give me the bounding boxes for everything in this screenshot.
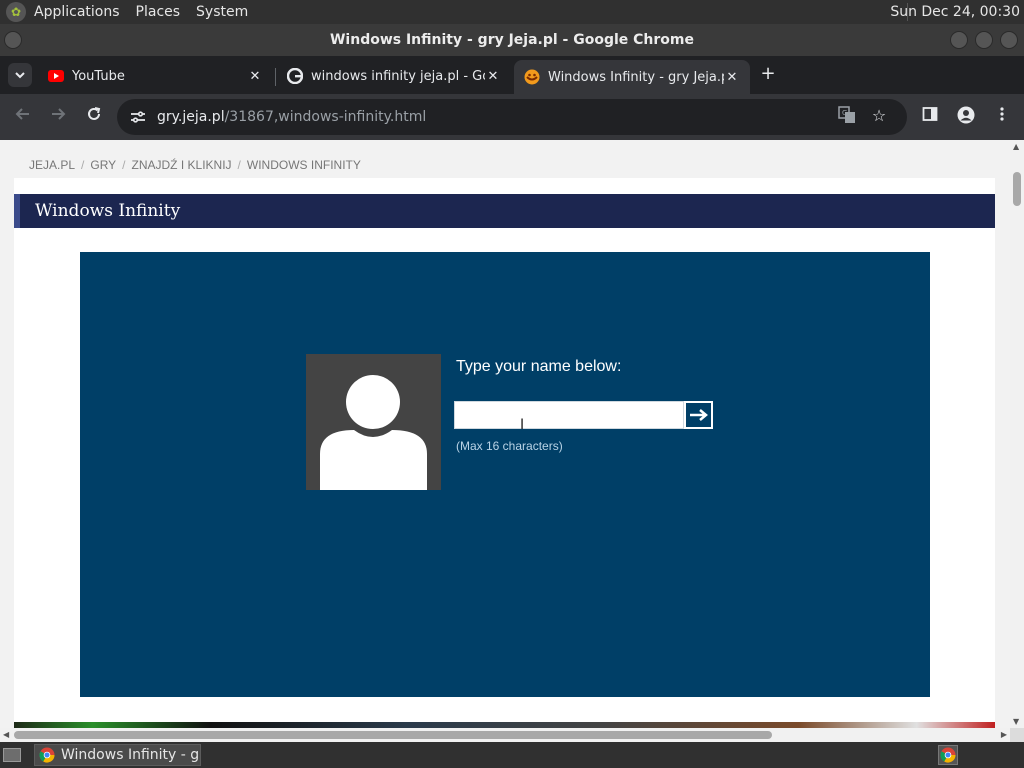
chrome-menu-button[interactable]	[991, 106, 1013, 128]
arrow-left-icon	[15, 108, 29, 120]
youtube-icon	[48, 68, 64, 84]
bottom-taskbar: Windows Infinity - g...	[0, 742, 1024, 768]
scroll-up-icon[interactable]: ▲	[1013, 142, 1019, 151]
window-titlebar[interactable]: Windows Infinity - gry Jeja.pl - Google …	[0, 24, 1024, 56]
url-host: gry.jeja.pl	[157, 109, 225, 125]
show-desktop-icon[interactable]	[3, 748, 21, 762]
name-length-hint: (Max 16 characters)	[456, 439, 563, 453]
tab-title: windows infinity jeja.pl - Google	[311, 68, 485, 84]
tab-windows-infinity[interactable]: Windows Infinity - gry Jeja.pl ✕	[514, 60, 750, 94]
applications-menu[interactable]: Applications	[34, 4, 120, 20]
reload-button[interactable]	[83, 106, 105, 128]
url-path: /31867,windows-infinity.html	[224, 109, 427, 125]
gnome-foot-icon[interactable]: ✿	[6, 2, 26, 22]
maximize-button[interactable]	[975, 31, 993, 49]
browser-toolbar: gry.jeja.pl/31867,windows-infinity.html …	[0, 94, 1024, 140]
reload-icon	[88, 107, 101, 120]
site-settings-icon[interactable]	[127, 106, 149, 128]
chevron-down-icon	[15, 72, 25, 79]
close-tab-icon[interactable]: ✕	[724, 70, 740, 85]
game-card: Windows Infinity Type your name below: (…	[14, 178, 995, 728]
profile-button[interactable]	[955, 106, 977, 128]
page-title: Windows Infinity	[14, 194, 995, 228]
svg-text:G: G	[842, 109, 847, 117]
breadcrumb-gry[interactable]: GRY	[90, 158, 116, 172]
side-panel-icon	[922, 107, 938, 121]
places-menu[interactable]: Places	[136, 4, 181, 20]
side-panel-button[interactable]	[919, 106, 941, 128]
page-viewport: JEJA.PL / GRY / ZNAJDŹ I KLIKNIJ / WINDOWS INF…	[0, 140, 1010, 728]
name-prompt: Type your name below:	[456, 358, 622, 375]
taskbar-window-label: Windows Infinity - g...	[61, 747, 201, 763]
tab-title: Windows Infinity - gry Jeja.pl	[548, 69, 724, 85]
tab-search-button[interactable]	[8, 63, 32, 87]
game-canvas[interactable]: Type your name below: (Max 16 characters…	[80, 252, 930, 697]
bookmark-star-icon[interactable]: ☆	[869, 106, 889, 126]
scrollbar-corner	[1010, 728, 1024, 742]
scroll-left-icon[interactable]: ◀	[3, 730, 9, 739]
tab-youtube[interactable]: YouTube ✕	[38, 60, 273, 92]
window-menu-button[interactable]	[4, 31, 22, 49]
breadcrumb: JEJA.PL / GRY / ZNAJDŹ I KLIKNIJ / WINDOWS INF…	[29, 158, 361, 172]
window-title: Windows Infinity - gry Jeja.pl - Google …	[329, 32, 695, 48]
breadcrumb-jeja[interactable]: JEJA.PL	[29, 158, 75, 172]
top-panel: ✿ Applications Places System Sun Dec 24,…	[0, 0, 1024, 24]
google-icon	[287, 68, 303, 84]
system-menu[interactable]: System	[196, 4, 248, 20]
tab-google-search[interactable]: windows infinity jeja.pl - Google ✕	[277, 60, 511, 92]
submit-name-button[interactable]	[684, 401, 713, 429]
chrome-icon	[39, 747, 55, 763]
breadcrumb-znajdz[interactable]: ZNAJDŹ I KLIKNIJ	[132, 158, 232, 172]
minimize-button[interactable]	[950, 31, 968, 49]
close-tab-icon[interactable]: ✕	[485, 69, 501, 84]
address-bar[interactable]: gry.jeja.pl/31867,windows-infinity.html …	[117, 99, 907, 135]
tab-title: YouTube	[72, 68, 125, 84]
breadcrumb-separator: /	[81, 158, 85, 172]
more-vert-icon	[1000, 107, 1004, 121]
translate-icon[interactable]: G	[837, 106, 857, 126]
breadcrumb-separator: /	[122, 158, 126, 172]
scroll-right-icon[interactable]: ▶	[1001, 730, 1007, 739]
url-text[interactable]: gry.jeja.pl/31867,windows-infinity.html	[157, 109, 426, 125]
tray-chrome-icon[interactable]	[938, 745, 958, 765]
new-tab-button[interactable]: +	[758, 64, 778, 84]
vertical-scroll-thumb[interactable]	[1013, 172, 1021, 206]
arrow-right-icon	[689, 409, 708, 421]
text-cursor-icon: I	[520, 417, 525, 433]
vertical-scrollbar[interactable]: ▲ ▼	[1010, 140, 1024, 728]
back-button[interactable]	[12, 106, 34, 128]
horizontal-scrollbar[interactable]: ◀ ▶	[0, 728, 1010, 742]
breadcrumb-current: WINDOWS INFINITY	[246, 158, 361, 172]
close-tab-icon[interactable]: ✕	[247, 69, 263, 84]
arrow-right-icon	[52, 108, 66, 120]
forward-button[interactable]	[47, 106, 69, 128]
tab-divider	[275, 68, 276, 86]
jeja-icon	[524, 69, 540, 85]
profile-icon	[957, 106, 975, 124]
close-window-button[interactable]	[1000, 31, 1018, 49]
name-input[interactable]	[454, 401, 684, 429]
user-avatar-icon	[306, 354, 441, 490]
taskbar-chrome-window[interactable]: Windows Infinity - g...	[34, 744, 201, 766]
breadcrumb-separator: /	[237, 158, 241, 172]
horizontal-scroll-thumb[interactable]	[14, 731, 772, 739]
tab-strip: YouTube ✕ windows infinity jeja.pl - Goo…	[0, 56, 1024, 94]
panel-clock[interactable]: Sun Dec 24, 00:30	[890, 4, 1020, 20]
scroll-down-icon[interactable]: ▼	[1013, 717, 1019, 726]
